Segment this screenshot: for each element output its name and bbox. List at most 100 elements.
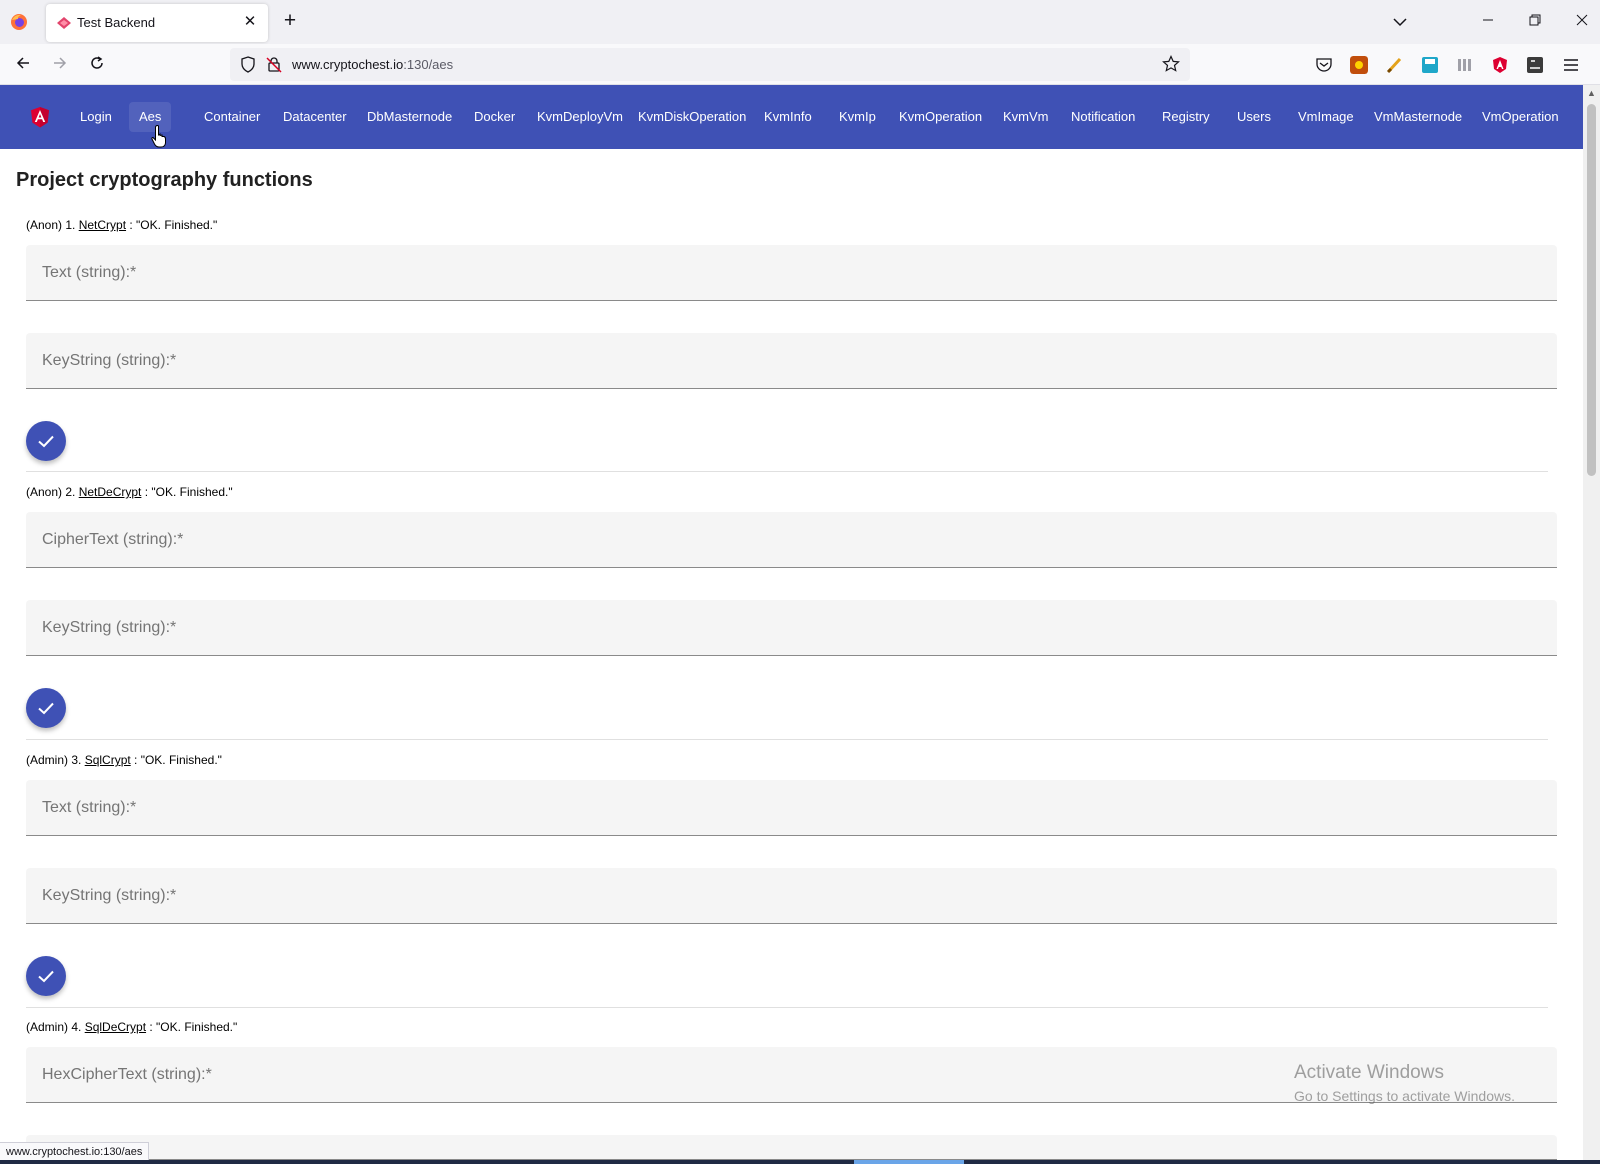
- field-placeholder: KeyString (string):*: [42, 619, 177, 636]
- restore-icon: [1529, 14, 1541, 26]
- minimize-window-button[interactable]: [1474, 8, 1502, 36]
- insecure-lock-icon[interactable]: [266, 56, 282, 73]
- extension-library-icon[interactable]: [1456, 56, 1474, 74]
- menu-item-kvmdiskoperation[interactable]: KvmDiskOperation: [628, 102, 756, 132]
- section-label-netdecrypt: (Anon) 2. NetDeCrypt : "OK. Finished.": [26, 485, 233, 499]
- menu-item-login[interactable]: Login: [70, 102, 122, 132]
- back-arrow-icon: [16, 57, 29, 69]
- star-icon[interactable]: [1162, 55, 1180, 73]
- mouse-pointer-icon: [151, 125, 166, 148]
- url-path: :130/aes: [403, 57, 454, 72]
- sqlcrypt-submit-button[interactable]: [26, 956, 66, 996]
- new-tab-button[interactable]: +: [278, 10, 302, 34]
- hamburger-menu-icon[interactable]: [1562, 56, 1580, 74]
- field-placeholder: KeyString (string):*: [42, 352, 177, 369]
- section-prefix: (Admin) 3.: [26, 753, 85, 767]
- section-divider: [26, 1007, 1548, 1008]
- menu-item-notification[interactable]: Notification: [1061, 102, 1145, 132]
- function-link-netdecrypt[interactable]: NetDeCrypt: [79, 485, 142, 499]
- minimize-icon: [1483, 19, 1493, 21]
- extension-selenium-icon[interactable]: [1526, 56, 1544, 74]
- sqlcrypt-keystring-field[interactable]: KeyString (string):*: [26, 868, 1557, 924]
- menu-item-vmoperation[interactable]: VmOperation: [1472, 102, 1569, 132]
- section-label-sqlcrypt: (Admin) 3. SqlCrypt : "OK. Finished.": [26, 753, 222, 767]
- url-host: www.cryptochest.io: [292, 57, 404, 72]
- browser-navigation-bar: www.cryptochest.io:130/aes: [0, 44, 1600, 85]
- menu-item-docker[interactable]: Docker: [464, 102, 525, 132]
- extension-brush-icon[interactable]: [1386, 56, 1404, 74]
- section-divider: [26, 739, 1548, 740]
- menu-item-datacenter[interactable]: Datacenter: [273, 102, 357, 132]
- menu-item-kvminfo[interactable]: KvmInfo: [754, 102, 822, 132]
- menu-item-kvmvm[interactable]: KvmVm: [993, 102, 1059, 132]
- section-label-sqldecrypt: (Admin) 4. SqlDeCrypt : "OK. Finished.": [26, 1020, 237, 1034]
- forward-button[interactable]: [47, 52, 73, 78]
- check-icon: [38, 435, 54, 448]
- tracking-shield-icon[interactable]: [240, 56, 256, 73]
- browser-tab-strip: Test Backend ✕ +: [0, 0, 1600, 44]
- section-prefix: (Anon) 1.: [26, 218, 79, 232]
- restore-window-button[interactable]: [1521, 8, 1549, 36]
- extension-sun-icon[interactable]: [1350, 56, 1368, 74]
- netdecrypt-submit-button[interactable]: [26, 688, 66, 728]
- menu-item-registry[interactable]: Registry: [1152, 102, 1220, 132]
- section-divider: [26, 471, 1548, 472]
- back-button[interactable]: [10, 52, 36, 78]
- activate-windows-subtitle: Go to Settings to activate Windows.: [1294, 1088, 1515, 1104]
- taskbar-active-item[interactable]: [854, 1160, 964, 1164]
- menu-item-kvmoperation[interactable]: KvmOperation: [889, 102, 992, 132]
- function-link-sqldecrypt[interactable]: SqlDeCrypt: [85, 1020, 146, 1034]
- netcrypt-keystring-field[interactable]: KeyString (string):*: [26, 333, 1557, 389]
- reload-button[interactable]: [84, 52, 110, 78]
- netdecrypt-keystring-field[interactable]: KeyString (string):*: [26, 600, 1557, 656]
- tab-close-icon[interactable]: ✕: [240, 12, 260, 32]
- menu-item-vmimage[interactable]: VmImage: [1288, 102, 1364, 132]
- page-scrollbar[interactable]: ▲: [1583, 85, 1600, 1164]
- sqlcrypt-text-field[interactable]: Text (string):*: [26, 780, 1557, 836]
- extension-save-icon[interactable]: [1421, 56, 1439, 74]
- field-placeholder: Text (string):*: [42, 799, 137, 816]
- forward-arrow-icon: [54, 57, 67, 69]
- field-placeholder: HexCipherText (string):*: [42, 1066, 212, 1083]
- section-prefix: (Admin) 4.: [26, 1020, 85, 1034]
- field-placeholder: Text (string):*: [42, 264, 137, 281]
- scroll-thumb[interactable]: [1587, 104, 1596, 476]
- menu-item-dbmasternode[interactable]: DbMasternode: [357, 102, 462, 132]
- menu-item-users[interactable]: Users: [1227, 102, 1281, 132]
- browser-tab[interactable]: Test Backend ✕: [46, 4, 268, 42]
- function-link-sqlcrypt[interactable]: SqlCrypt: [85, 753, 131, 767]
- menu-item-kvmip[interactable]: KvmIp: [829, 102, 886, 132]
- activate-windows-title: Activate Windows: [1294, 1062, 1444, 1083]
- section-status: : "OK. Finished.": [146, 1020, 238, 1034]
- check-icon: [38, 970, 54, 983]
- netdecrypt-ciphertext-field[interactable]: CipherText (string):*: [26, 512, 1557, 568]
- reload-icon: [91, 56, 103, 69]
- page-title: Project cryptography functions: [16, 169, 313, 191]
- section-label-netcrypt: (Anon) 1. NetCrypt : "OK. Finished.": [26, 218, 217, 232]
- function-link-netcrypt[interactable]: NetCrypt: [79, 218, 126, 232]
- section-status: : "OK. Finished.": [141, 485, 233, 499]
- pocket-icon[interactable]: [1315, 56, 1333, 74]
- netcrypt-submit-button[interactable]: [26, 421, 66, 461]
- extension-angular-icon[interactable]: [1491, 56, 1509, 74]
- address-bar[interactable]: www.cryptochest.io:130/aes: [230, 48, 1190, 81]
- section-status: : "OK. Finished.": [126, 218, 218, 232]
- url-text[interactable]: www.cryptochest.io:130/aes: [292, 57, 453, 72]
- close-icon: [1576, 14, 1588, 26]
- menu-item-kvmdeployvm[interactable]: KvmDeployVm: [527, 102, 633, 132]
- taskbar-edge: [0, 1160, 1600, 1164]
- scroll-up-icon[interactable]: ▲: [1583, 85, 1600, 102]
- menu-item-container[interactable]: Container: [194, 102, 270, 132]
- netcrypt-text-field[interactable]: Text (string):*: [26, 245, 1557, 301]
- menu-item-vmmasternode[interactable]: VmMasternode: [1364, 102, 1472, 132]
- field-placeholder: KeyString (string):*: [42, 887, 177, 904]
- firefox-logo-icon[interactable]: [10, 13, 28, 31]
- sqldecrypt-next-field[interactable]: [26, 1135, 1557, 1160]
- field-placeholder: CipherText (string):*: [42, 531, 184, 548]
- section-prefix: (Anon) 2.: [26, 485, 79, 499]
- chevron-down-icon[interactable]: [1390, 12, 1410, 32]
- app-toolbar: Login Aes Container Datacenter DbMastern…: [0, 85, 1583, 149]
- angular-logo-icon[interactable]: [30, 107, 50, 128]
- link-status-tooltip: www.cryptochest.io:130/aes: [0, 1142, 150, 1162]
- close-window-button[interactable]: [1568, 8, 1596, 36]
